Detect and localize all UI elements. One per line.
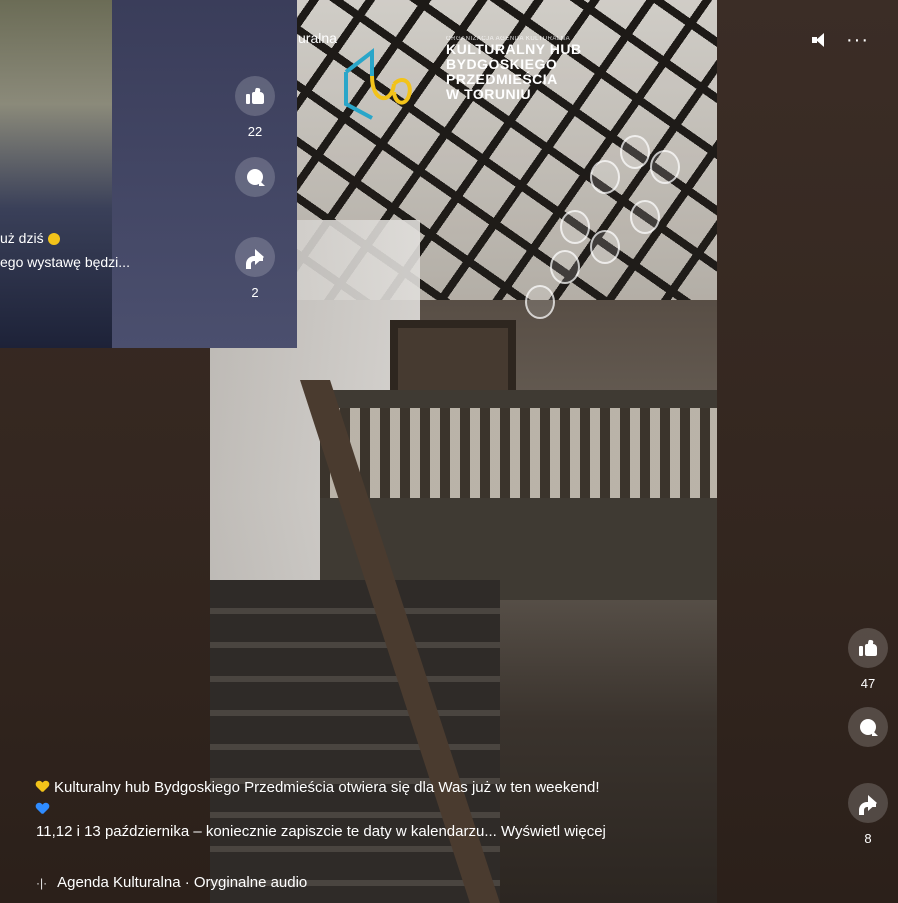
caption-line: Kulturalny hub Bydgoskiego Przedmieścia …: [54, 779, 600, 796]
reel-actions: 47 8: [848, 628, 888, 846]
yellow-heart-icon: [36, 781, 48, 792]
sign-line: KULTURALNY HUB: [446, 41, 582, 57]
lamp-graphic: [560, 210, 590, 244]
lamp-graphic: [590, 160, 620, 194]
like-button[interactable]: [848, 628, 888, 668]
volume-muted-icon[interactable]: [812, 32, 828, 48]
like-icon: [859, 639, 877, 656]
previous-reel-thumbnail: [0, 0, 112, 348]
sign-line: BYDGOSKIEGO: [446, 56, 558, 72]
like-count: 22: [247, 124, 263, 139]
sign-small-text: ORGANIZACJA AGENDA KULTURALNA: [446, 36, 571, 42]
sign-line: W TORUNIU: [446, 86, 532, 102]
comment-icon: [247, 169, 265, 186]
account-name-fragment[interactable]: uralna: [298, 30, 337, 46]
sign-line: PRZEDMIEŚCIA: [446, 71, 558, 87]
lamp-graphic: [650, 150, 680, 184]
blue-heart-icon: [36, 803, 48, 814]
lamp-graphic: [550, 250, 580, 284]
share-icon: [859, 795, 877, 811]
audio-source[interactable]: ·|· Agenda Kulturalna · Oryginalne audio: [36, 874, 307, 891]
lamp-graphic: [590, 230, 620, 264]
like-icon: [246, 87, 264, 104]
previous-caption-line: ego wystawę będzi...: [0, 254, 130, 270]
sun-emoji-icon: [47, 233, 60, 246]
see-more-link[interactable]: Wyświetl więcej: [501, 823, 606, 840]
lamp-graphic: [620, 135, 650, 169]
share-button[interactable]: [235, 237, 275, 277]
comment-button[interactable]: [848, 707, 888, 747]
hub-logo-icon: [344, 47, 412, 120]
lamp-graphic: [630, 200, 660, 234]
share-icon: [246, 249, 264, 265]
comment-button[interactable]: [235, 157, 275, 197]
previous-reel-actions: 22 2: [235, 76, 275, 300]
previous-reel-caption: uż dziś ego wystawę będzi...: [0, 226, 130, 274]
hub-sign: ORGANIZACJA AGENDA KULTURALNA KULTURALNY…: [446, 36, 616, 102]
reel-caption: Kulturalny hub Bydgoskiego Przedmieścia …: [36, 777, 606, 843]
like-count: 47: [860, 676, 876, 691]
comment-icon: [860, 719, 878, 736]
share-count: 8: [864, 831, 872, 846]
caption-line: 11,12 i 13 października – koniecznie zap…: [36, 823, 497, 840]
audio-source-label: Agenda Kulturalna · Oryginalne audio: [57, 874, 308, 891]
reels-viewer: ORGANIZACJA AGENDA KULTURALNA KULTURALNY…: [0, 0, 898, 903]
lamp-graphic: [525, 285, 555, 319]
audio-wave-icon: ·|·: [36, 875, 48, 890]
share-button[interactable]: [848, 783, 888, 823]
like-button[interactable]: [235, 76, 275, 116]
video-top-controls: ···: [812, 30, 869, 50]
previous-caption-line: uż dziś: [0, 230, 44, 246]
share-count: 2: [251, 285, 259, 300]
previous-reel-card[interactable]: uż dziś ego wystawę będzi... 22 2: [0, 0, 297, 348]
more-options-icon[interactable]: ···: [846, 30, 869, 50]
